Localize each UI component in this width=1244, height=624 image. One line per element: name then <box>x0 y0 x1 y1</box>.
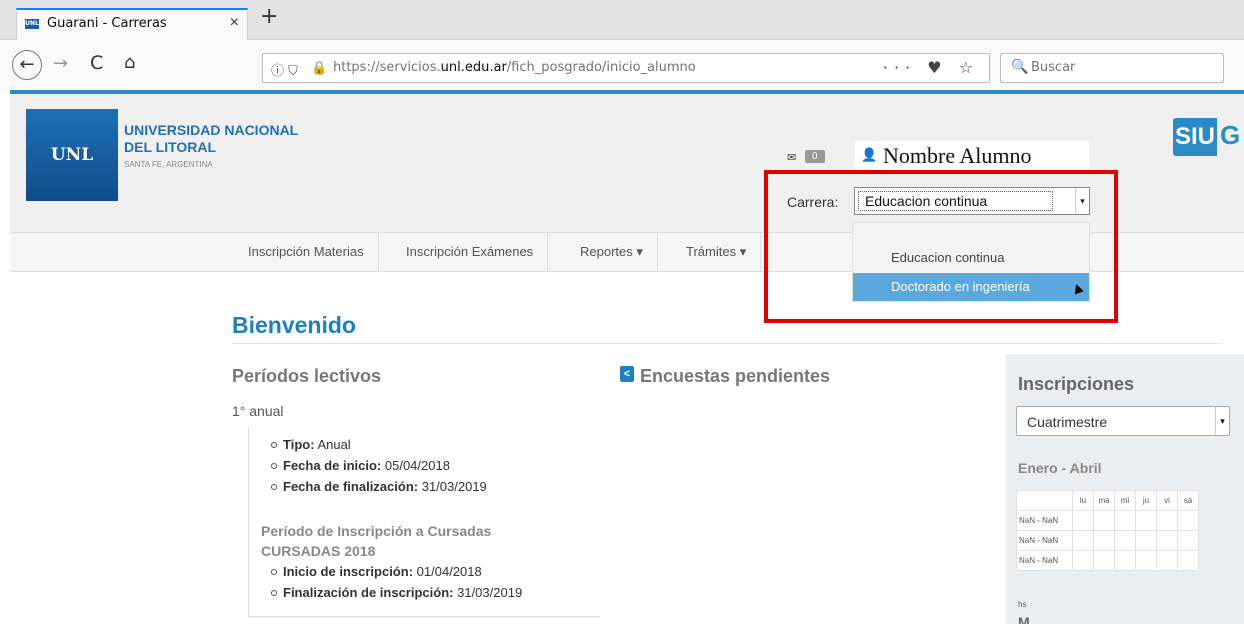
mail-icon[interactable]: ✉ <box>787 151 796 164</box>
detail-fin-inscripcion: Finalización de inscripción: 31/03/2019 <box>271 585 522 600</box>
calendar-cell <box>1072 530 1094 551</box>
calendar-header-row: lu ma mi ju vi sá <box>1016 490 1199 511</box>
calendar-cell <box>1114 550 1136 571</box>
calendar-cell <box>1072 550 1094 571</box>
menu-inscripcion-materias[interactable]: Inscripción Materias <box>234 233 379 271</box>
encuestas-title: Encuestas pendientes <box>640 366 831 386</box>
periodo-details: Tipo: Anual Fecha de inicio: 05/04/2018 … <box>248 427 600 617</box>
bullet-icon <box>271 441 277 448</box>
divider <box>232 343 1222 344</box>
day-header: sá <box>1177 490 1199 511</box>
menu-inscripcion-examenes[interactable]: Inscripción Exámenes <box>392 233 549 271</box>
day-header: mi <box>1114 490 1136 511</box>
calendar-cell <box>1093 530 1115 551</box>
close-tab-icon[interactable]: × <box>230 14 239 32</box>
calendar-row: NaN - NaN <box>1016 550 1199 571</box>
detail-fecha-inicio: Fecha de inicio: 05/04/2018 <box>271 458 450 473</box>
day-header: ju <box>1135 490 1157 511</box>
periodo-select-value: Cuatrimestre <box>1027 414 1108 430</box>
browser-tab-bar: UNL Guarani - Carreras × + <box>0 0 1244 40</box>
siu-logo-extra: G <box>1220 120 1241 150</box>
page-title: Bienvenido <box>232 312 356 338</box>
user-name[interactable]: Nombre Alumno <box>883 143 1032 169</box>
tab-title: Guarani - Carreras <box>47 16 167 31</box>
page-actions-icon[interactable]: ··· ♥ ☆ <box>883 58 979 77</box>
time-label: NaN - NaN <box>1016 510 1073 531</box>
unl-logo[interactable]: UNL <box>26 109 118 201</box>
siu-logo: SIU <box>1173 118 1217 156</box>
menu-reportes[interactable]: Reportes ▾ <box>566 233 658 271</box>
calendar-cell <box>1156 530 1178 551</box>
day-header: lu <box>1072 490 1094 511</box>
browser-tab[interactable]: UNL Guarani - Carreras × <box>16 8 248 40</box>
university-name-line2: DEL LITORAL <box>124 139 217 155</box>
calendar-cell <box>1114 530 1136 551</box>
university-name: UNIVERSIDAD NACIONAL DEL LITORAL <box>124 122 298 156</box>
calendar-corner <box>1016 490 1073 511</box>
detail-tipo: Tipo: Anual <box>271 437 351 452</box>
periodo-name: 1° anual <box>232 403 284 419</box>
time-label: NaN - NaN <box>1016 530 1073 551</box>
calendar-cell <box>1156 510 1178 531</box>
detail-fecha-fin: Fecha de finalización: 31/03/2019 <box>271 479 487 494</box>
next-period-label: M <box>1018 614 1030 624</box>
calendar-cell <box>1072 510 1094 531</box>
bullet-icon <box>271 483 277 490</box>
calendar-cell <box>1093 510 1115 531</box>
periodos-title: Períodos lectivos <box>232 366 382 386</box>
day-header: vi <box>1156 490 1178 511</box>
new-tab-button[interactable]: + <box>260 4 278 29</box>
reload-button[interactable]: C <box>90 52 103 74</box>
calendar-cell <box>1135 510 1157 531</box>
back-button[interactable]: ← <box>12 50 42 80</box>
inscripcion-period-title: Período de Inscripción a Cursadas CURSAD… <box>261 521 491 561</box>
annotation-highlight-box <box>764 170 1118 323</box>
collapse-icon[interactable]: < <box>620 366 634 382</box>
calendar-cell <box>1156 550 1178 571</box>
inscripcion-period-title-line2: CURSADAS 2018 <box>261 543 376 559</box>
page: UNL UNIVERSIDAD NACIONAL DEL LITORAL SAN… <box>10 94 1244 624</box>
menu-tramites[interactable]: Trámites ▾ <box>672 233 762 271</box>
home-button[interactable]: ⌂ <box>124 52 135 73</box>
lock-icon: 🔒 <box>311 60 328 75</box>
browser-nav-bar: ← → C ⌂ ⓘ ⛉ 🔒 https://servicios.unl.edu.… <box>0 40 1244 90</box>
bullet-icon <box>271 462 277 469</box>
time-label: NaN - NaN <box>1016 550 1073 571</box>
favicon-icon: UNL <box>25 19 39 29</box>
calendar-cell <box>1177 550 1199 571</box>
periodo-select[interactable]: Cuatrimestre ▾ <box>1016 406 1230 436</box>
site-info-icon[interactable]: ⓘ ⛉ <box>271 60 298 79</box>
calendar-cell <box>1093 550 1115 571</box>
url-bar[interactable]: ⓘ ⛉ 🔒 https://servicios.unl.edu.ar/fich_… <box>262 53 990 83</box>
calendar-row: NaN - NaN <box>1016 510 1199 531</box>
calendar-cell <box>1135 530 1157 551</box>
schedule-calendar: lu ma mi ju vi sá NaN - NaN NaN - NaN Na… <box>1016 490 1199 571</box>
url-text[interactable]: https://servicios.unl.edu.ar/fich_posgra… <box>333 60 696 75</box>
inscripcion-period-title-line1: Período de Inscripción a Cursadas <box>261 523 492 539</box>
calendar-row: NaN - NaN <box>1016 530 1199 551</box>
calendar-cell <box>1177 530 1199 551</box>
search-icon: 🔍 <box>1011 59 1029 75</box>
hours-label: hs <box>1018 600 1027 609</box>
mail-count-badge[interactable]: 0 <box>805 150 825 163</box>
bullet-icon <box>271 589 277 596</box>
user-menu[interactable]: 👤 Nombre Alumno <box>855 141 1089 171</box>
search-placeholder: Buscar <box>1031 60 1076 75</box>
user-icon: 👤 <box>861 147 878 162</box>
university-name-line1: UNIVERSIDAD NACIONAL <box>124 122 299 138</box>
forward-button[interactable]: → <box>53 53 68 74</box>
inscripciones-title: Inscripciones <box>1018 374 1135 394</box>
calendar-cell <box>1135 550 1157 571</box>
calendar-cell <box>1114 510 1136 531</box>
inscripciones-panel: Inscripciones Cuatrimestre ▾ Enero - Abr… <box>1006 354 1244 624</box>
search-input[interactable]: 🔍 Buscar <box>1000 53 1224 83</box>
bullet-icon <box>271 568 277 575</box>
calendar-cell <box>1177 510 1199 531</box>
calendar-period-label: Enero - Abril <box>1018 460 1102 476</box>
day-header: ma <box>1093 490 1115 511</box>
detail-inicio-inscripcion: Inicio de inscripción: 01/04/2018 <box>271 564 482 579</box>
chevron-down-icon[interactable]: ▾ <box>1215 407 1229 435</box>
university-location: SANTA FE, ARGENTINA <box>124 160 213 169</box>
